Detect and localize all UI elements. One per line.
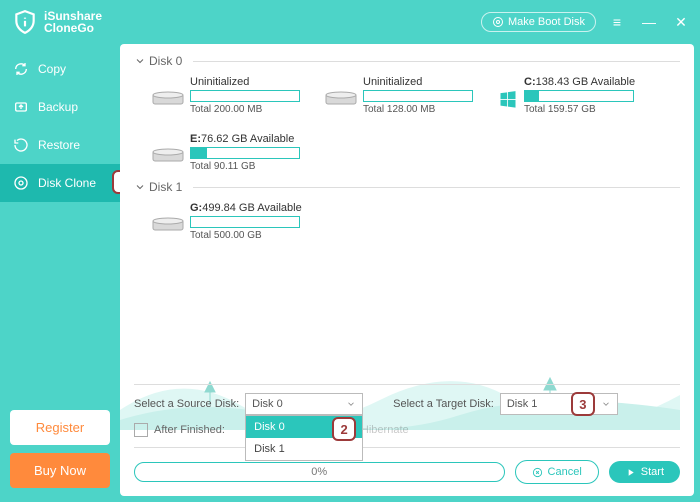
usage-bar — [190, 216, 300, 228]
buy-now-button[interactable]: Buy Now — [10, 453, 110, 488]
source-disk-select[interactable]: Disk 0 Disk 0 2 Disk 1 — [245, 393, 363, 415]
boot-label: Make Boot Disk — [508, 16, 585, 28]
source-value: Disk 0 — [252, 398, 283, 410]
part-name: Uninitialized — [363, 76, 473, 88]
hdd-icon — [152, 90, 184, 106]
after-finished-row: After Finished: Hibernate — [134, 419, 680, 448]
partition[interactable]: Uninitialized Total 200.00 MB — [152, 76, 307, 115]
part-total: Total 200.00 MB — [190, 104, 300, 115]
callout-3: 3 — [571, 392, 595, 416]
partition[interactable]: Uninitialized Total 128.00 MB — [325, 76, 480, 115]
disk1-group: Disk 1 G:499.84 GB Available Total 500.00… — [134, 180, 680, 243]
app-logo: iSunshareCloneGo — [12, 9, 102, 35]
hdd-icon — [152, 216, 184, 232]
part-name: Uninitialized — [190, 76, 300, 88]
nav-backup[interactable]: Backup — [0, 88, 120, 126]
disk0-header[interactable]: Disk 0 — [134, 54, 680, 68]
target-value: Disk 1 — [507, 398, 538, 410]
minimize-button[interactable]: — — [638, 11, 660, 33]
backup-icon — [12, 98, 30, 116]
chevron-down-icon — [134, 55, 146, 67]
disk0-title: Disk 0 — [149, 54, 182, 68]
menu-button[interactable]: ≡ — [606, 11, 628, 33]
part-avail: 499.84 GB Available — [202, 202, 301, 214]
brand-line2: CloneGo — [44, 22, 102, 34]
partition[interactable]: E:76.62 GB Available Total 90.11 GB — [152, 133, 307, 172]
usage-bar — [524, 90, 634, 102]
usage-bar — [190, 90, 300, 102]
make-boot-disk-button[interactable]: Make Boot Disk — [481, 12, 596, 32]
cancel-button[interactable]: Cancel — [515, 460, 599, 484]
part-avail: 138.43 GB Available — [536, 76, 635, 88]
restore-icon — [12, 136, 30, 154]
source-label: Select a Source Disk: — [134, 398, 239, 410]
part-name: C: — [524, 76, 536, 88]
option-label: Disk 0 — [254, 421, 285, 433]
partition[interactable]: G:499.84 GB Available Total 500.00 GB — [152, 202, 307, 241]
cancel-icon — [532, 467, 543, 478]
target-label: Select a Target Disk: — [393, 398, 494, 410]
nav-restore-label: Restore — [38, 138, 80, 152]
refresh-icon — [12, 60, 30, 78]
progress-bar: 0% — [134, 462, 505, 482]
controls-row: 0% Cancel Start — [134, 448, 680, 486]
sidebar: Copy Backup Restore Disk Clone 1 Registe… — [0, 44, 120, 502]
register-button[interactable]: Register — [10, 410, 110, 445]
chevron-down-icon — [134, 181, 146, 193]
cancel-label: Cancel — [548, 466, 582, 478]
part-total: Total 500.00 GB — [190, 230, 302, 241]
clone-icon — [12, 174, 30, 192]
part-total: Total 159.57 GB — [524, 104, 635, 115]
after-label: After Finished: — [154, 424, 225, 436]
start-label: Start — [641, 466, 664, 478]
dropdown-option[interactable]: Disk 0 2 — [246, 416, 362, 438]
part-name: G: — [190, 202, 202, 214]
disk1-title: Disk 1 — [149, 180, 182, 194]
chevron-down-icon — [601, 399, 611, 409]
part-total: Total 128.00 MB — [363, 104, 473, 115]
nav-backup-label: Backup — [38, 100, 78, 114]
part-name: E: — [190, 133, 201, 145]
usage-bar — [190, 147, 300, 159]
callout-2: 2 — [332, 417, 356, 441]
chevron-down-icon — [346, 399, 356, 409]
selectors-row: Select a Source Disk: Disk 0 Disk 0 2 Di… — [134, 384, 680, 419]
target-disk-select[interactable]: Disk 1 3 — [500, 393, 618, 415]
disk1-header[interactable]: Disk 1 — [134, 180, 680, 194]
hdd-icon — [325, 90, 357, 106]
nav-restore[interactable]: Restore — [0, 126, 120, 164]
nav-disk-clone[interactable]: Disk Clone 1 — [0, 164, 120, 202]
hdd-icon — [152, 147, 184, 163]
windows-icon — [498, 89, 518, 109]
nav-copy[interactable]: Copy — [0, 50, 120, 88]
nav-clone-label: Disk Clone — [38, 176, 96, 190]
nav-copy-label: Copy — [38, 62, 66, 76]
usage-bar — [363, 90, 473, 102]
partition[interactable]: C:138.43 GB Available Total 159.57 GB — [498, 76, 653, 115]
start-button[interactable]: Start — [609, 461, 680, 483]
hibernate-option[interactable]: Hibernate — [361, 424, 409, 436]
main-panel: Disk 0 Uninitialized Total 200.00 MB Unin… — [120, 44, 694, 496]
close-button[interactable]: ✕ — [670, 11, 692, 33]
part-total: Total 90.11 GB — [190, 161, 300, 172]
part-avail: 76.62 GB Available — [201, 133, 294, 145]
play-icon — [625, 467, 636, 478]
after-finished-checkbox[interactable] — [134, 423, 148, 437]
disk0-group: Disk 0 Uninitialized Total 200.00 MB Unin… — [134, 54, 680, 174]
